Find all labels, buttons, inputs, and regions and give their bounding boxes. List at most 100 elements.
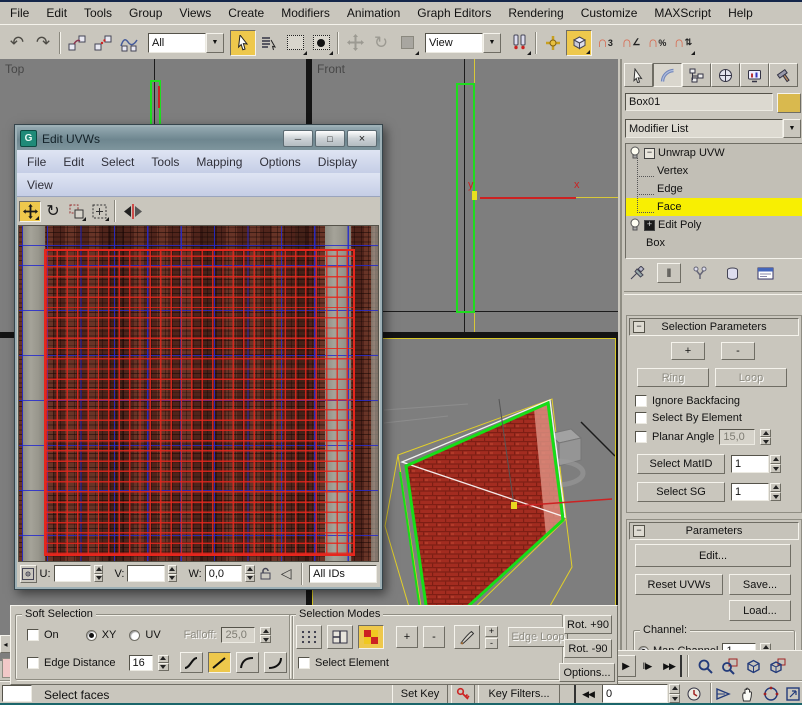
stack-row-face-selected[interactable]: Face: [626, 198, 802, 216]
tab-motion[interactable]: [711, 63, 740, 87]
falloff-curve-linear-button[interactable]: [208, 652, 231, 673]
planar-angle-field[interactable]: 15,0: [719, 429, 755, 445]
rotate-plus-90-button[interactable]: Rot. +90: [564, 615, 612, 634]
reference-coordinate-dropdown[interactable]: View ▼: [425, 33, 501, 53]
selection-parameters-header[interactable]: − Selection Parameters: [629, 318, 799, 336]
remove-modifier-icon[interactable]: [719, 263, 745, 283]
percent-snap-icon[interactable]: ∩%: [644, 30, 670, 56]
go-to-start-icon[interactable]: ◀◀: [574, 685, 600, 703]
edge-distance-field[interactable]: 16: [129, 655, 153, 671]
load-button[interactable]: Load...: [729, 600, 791, 621]
expand-toggle-icon[interactable]: +: [644, 220, 655, 231]
rotate-minus-90-button[interactable]: Rot. -90: [564, 639, 612, 658]
bind-spacewarp-icon[interactable]: [116, 30, 142, 56]
edge-distance-spinner[interactable]: [158, 655, 169, 671]
menu-animation[interactable]: Animation: [347, 6, 400, 20]
paint-size-up-button[interactable]: +: [485, 626, 498, 637]
link-icon[interactable]: [64, 30, 90, 56]
uv-radio[interactable]: [129, 630, 140, 641]
grow-selection-button[interactable]: +: [671, 342, 705, 360]
uv-mirror-icon[interactable]: [120, 201, 146, 222]
edge-loop-button[interactable]: Edge Loop: [508, 627, 568, 647]
pan-hand-icon[interactable]: [736, 684, 758, 704]
edge-mode-button[interactable]: [327, 625, 353, 649]
w-field[interactable]: 0,0: [205, 565, 242, 582]
sg-spinner[interactable]: [770, 483, 781, 501]
window-crossing-icon[interactable]: [308, 30, 334, 56]
tab-utilities[interactable]: [769, 63, 798, 87]
map-channel-field[interactable]: 1: [722, 643, 756, 650]
ignore-backfacing-checkbox[interactable]: [635, 395, 647, 407]
ring-button[interactable]: Ring: [637, 368, 709, 387]
selected-uv-faces-grid[interactable]: [44, 249, 355, 556]
object-name-field[interactable]: Box01: [625, 93, 773, 111]
map-channel-spinner[interactable]: [760, 643, 771, 650]
configure-modifier-sets-icon[interactable]: [751, 263, 779, 283]
selection-filter-dropdown[interactable]: All ▼: [148, 33, 224, 53]
falloff-spinner[interactable]: [260, 627, 271, 643]
dlg-menu-display[interactable]: Display: [318, 155, 357, 169]
rectangular-selection-region-icon[interactable]: [282, 30, 308, 56]
falloff-curve-slow-button[interactable]: [236, 652, 259, 673]
rollout-collapse-icon[interactable]: −: [633, 525, 645, 537]
select-and-manipulate-icon[interactable]: [540, 30, 566, 56]
dlg-menu-file[interactable]: File: [27, 155, 46, 169]
tab-display[interactable]: [740, 63, 769, 87]
vertex-mode-button[interactable]: [296, 625, 322, 649]
absolute-mode-button[interactable]: [20, 565, 37, 583]
modifier-list-arrow-icon[interactable]: ▼: [783, 119, 801, 138]
tab-hierarchy[interactable]: [682, 63, 711, 87]
face-mode-button[interactable]: [358, 625, 384, 649]
rollout-collapse-icon[interactable]: −: [633, 321, 645, 333]
play-button[interactable]: ▶: [616, 655, 636, 677]
falloff-curve-fast-button[interactable]: [264, 652, 287, 673]
zoom-icon[interactable]: [694, 656, 716, 676]
current-frame-field[interactable]: 0: [602, 684, 668, 703]
u-field[interactable]: [54, 565, 91, 582]
stack-row-edit-poly[interactable]: + Edit Poly: [626, 216, 802, 234]
use-pivot-center-icon[interactable]: [506, 30, 532, 56]
menu-views[interactable]: Views: [179, 6, 211, 20]
next-frame-icon[interactable]: ‖▶: [638, 655, 656, 677]
edit-uvws-button[interactable]: Edit...: [635, 544, 791, 567]
select-element-checkbox[interactable]: [298, 657, 310, 669]
undo-icon[interactable]: ↶: [4, 30, 30, 56]
object-color-swatch[interactable]: [777, 93, 801, 113]
coord-system-arrow-icon[interactable]: ▼: [483, 33, 501, 53]
maxscript-mini-listener[interactable]: [2, 685, 32, 702]
show-end-result-button[interactable]: ‖: [657, 263, 681, 283]
select-by-name-icon[interactable]: [256, 30, 282, 56]
falloff-curve-smooth-button[interactable]: [180, 652, 203, 673]
arc-rotate-icon[interactable]: [760, 684, 782, 704]
menu-group[interactable]: Group: [129, 6, 162, 20]
options-button[interactable]: Options...: [559, 663, 615, 682]
dlg-menu-select[interactable]: Select: [101, 155, 134, 169]
pin-stack-icon[interactable]: [625, 263, 651, 283]
sg-field[interactable]: 1: [731, 483, 769, 501]
save-button[interactable]: Save...: [729, 574, 791, 595]
v-spinner[interactable]: [168, 565, 178, 582]
uv-freeform-icon[interactable]: [88, 201, 110, 222]
maximize-icon[interactable]: □: [315, 130, 345, 147]
menu-edit[interactable]: Edit: [46, 6, 67, 20]
field-of-view-icon[interactable]: [712, 684, 734, 704]
w-spinner[interactable]: [245, 565, 255, 582]
parameters-header[interactable]: − Parameters: [629, 522, 799, 540]
tab-create[interactable]: [624, 63, 653, 87]
shrink-selection-button[interactable]: -: [721, 342, 755, 360]
angle-snap-icon[interactable]: ∩∠: [618, 30, 644, 56]
menu-maxscript[interactable]: MAXScript: [654, 6, 711, 20]
viewport-top-label[interactable]: Top: [5, 62, 24, 76]
zoom-extents-all-icon[interactable]: [766, 656, 788, 676]
select-by-element-checkbox[interactable]: [635, 412, 647, 424]
zoom-extents-icon[interactable]: [742, 656, 764, 676]
shrink-uv-selection-button[interactable]: -: [423, 626, 445, 648]
soft-selection-on-checkbox[interactable]: [27, 629, 39, 641]
dialog-titlebar[interactable]: G Edit UVWs ─ □ ×: [17, 127, 380, 150]
minimize-icon[interactable]: ─: [283, 130, 313, 147]
key-filters-button[interactable]: Key Filters...: [478, 684, 560, 704]
redo-icon[interactable]: ↷: [30, 30, 56, 56]
zoom-all-icon[interactable]: [718, 656, 740, 676]
frame-spinner[interactable]: [669, 684, 680, 703]
matid-spinner[interactable]: [770, 455, 781, 473]
